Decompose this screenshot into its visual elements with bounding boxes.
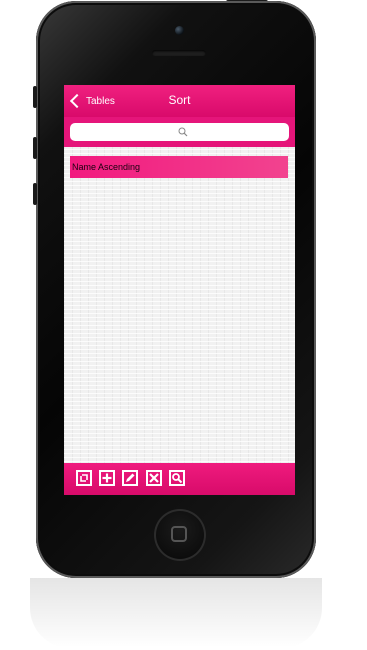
front-camera bbox=[175, 26, 184, 35]
bottom-toolbar bbox=[64, 463, 295, 495]
refresh-icon bbox=[80, 474, 88, 482]
search-button[interactable] bbox=[169, 470, 185, 486]
volume-down-button bbox=[33, 183, 37, 205]
volume-up-button bbox=[33, 137, 37, 159]
search-bar bbox=[64, 117, 295, 147]
phone-reflection bbox=[30, 578, 322, 648]
mute-switch bbox=[33, 86, 37, 108]
navigation-bar: Tables Sort bbox=[64, 85, 295, 117]
device-mockup: Tables Sort Name Ascending bbox=[0, 0, 367, 650]
home-square-icon bbox=[171, 526, 187, 542]
delete-button[interactable] bbox=[146, 470, 162, 486]
app-screen: Tables Sort Name Ascending bbox=[64, 85, 295, 495]
home-button[interactable] bbox=[154, 509, 206, 561]
add-button[interactable] bbox=[99, 470, 115, 486]
list-item-label: Name Ascending bbox=[72, 162, 141, 172]
earpiece-speaker bbox=[152, 50, 206, 56]
sort-options-list: Name Ascending bbox=[70, 156, 288, 178]
list-item[interactable]: Name Ascending bbox=[70, 156, 288, 178]
edit-button[interactable] bbox=[122, 470, 138, 486]
search-icon bbox=[178, 127, 188, 137]
edit-icon bbox=[126, 473, 135, 482]
refresh-button[interactable] bbox=[76, 470, 92, 486]
delete-icon bbox=[149, 473, 159, 483]
page-title: Sort bbox=[168, 93, 191, 107]
add-icon bbox=[102, 473, 112, 483]
magnifier-icon bbox=[172, 473, 183, 484]
